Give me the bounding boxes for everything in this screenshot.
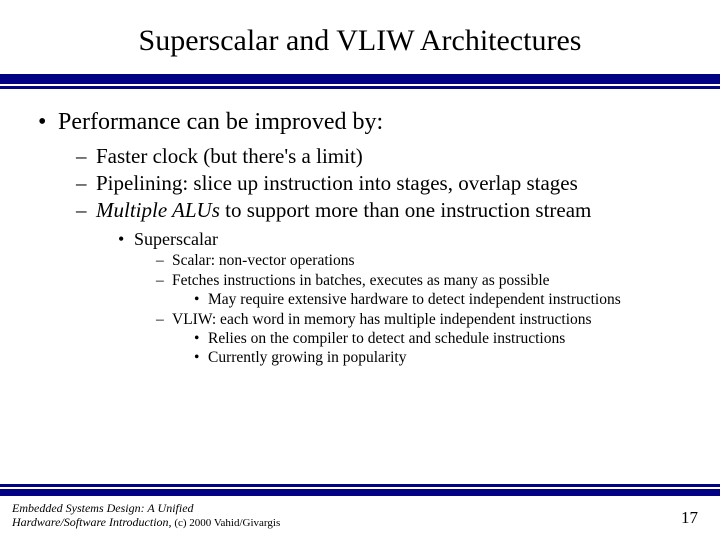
bullet-l4b: Fetches instructions in batches, execute… — [156, 272, 690, 309]
page-number: 17 — [681, 508, 698, 528]
bullet-l4-list: Scalar: non-vector operations Fetches in… — [156, 252, 690, 367]
bullet-l5-list-a: May require extensive hardware to detect… — [194, 291, 690, 309]
footer-line2-post: (c) 2000 Vahid/Givargis — [172, 517, 281, 529]
footer-rule-thick — [0, 489, 720, 496]
footer-line1: Embedded Systems Design: A Unified — [12, 501, 194, 515]
bullet-l4b-text: Fetches instructions in batches, execute… — [172, 272, 550, 289]
bullet-l5-list-b: Relies on the compiler to detect and sch… — [194, 330, 690, 367]
bullet-l4c: VLIW: each word in memory has multiple i… — [156, 311, 690, 367]
bullet-list: Performance can be improved by: Faster c… — [38, 109, 690, 367]
bullet-l3-list: Superscalar Scalar: non-vector operation… — [118, 229, 690, 367]
bullet-l1-text: Performance can be improved by: — [58, 109, 383, 135]
bullet-l2a: Faster clock (but there's a limit) — [76, 144, 690, 169]
footer: Embedded Systems Design: A Unified Hardw… — [0, 484, 720, 540]
bullet-l2b: Pipelining: slice up instruction into st… — [76, 171, 690, 196]
footer-rule-thin — [0, 484, 720, 487]
title-rule-thick — [0, 74, 720, 84]
bullet-l5a: May require extensive hardware to detect… — [194, 291, 690, 309]
bullet-l3a: Superscalar Scalar: non-vector operation… — [118, 229, 690, 367]
bullet-l4a: Scalar: non-vector operations — [156, 252, 690, 270]
slide: Superscalar and VLIW Architectures Perfo… — [0, 0, 720, 540]
bullet-l1: Performance can be improved by: Faster c… — [38, 109, 690, 367]
bullet-l2c: Multiple ALUs to support more than one i… — [76, 198, 690, 367]
bullet-l2c-em: Multiple ALUs — [96, 198, 220, 222]
bullet-l3a-text: Superscalar — [134, 229, 218, 249]
content-area: Performance can be improved by: Faster c… — [0, 89, 720, 367]
bullet-l5c: Currently growing in popularity — [194, 349, 690, 367]
bullet-l2-list: Faster clock (but there's a limit) Pipel… — [76, 144, 690, 367]
bullet-l5b: Relies on the compiler to detect and sch… — [194, 330, 690, 348]
slide-title: Superscalar and VLIW Architectures — [0, 0, 720, 68]
bullet-l2c-rest: to support more than one instruction str… — [220, 198, 592, 222]
footer-line2-pre: Hardware/Software Introduction, — [12, 515, 172, 529]
footer-text: Embedded Systems Design: A Unified Hardw… — [0, 496, 720, 540]
bullet-l4c-text: VLIW: each word in memory has multiple i… — [172, 311, 592, 328]
